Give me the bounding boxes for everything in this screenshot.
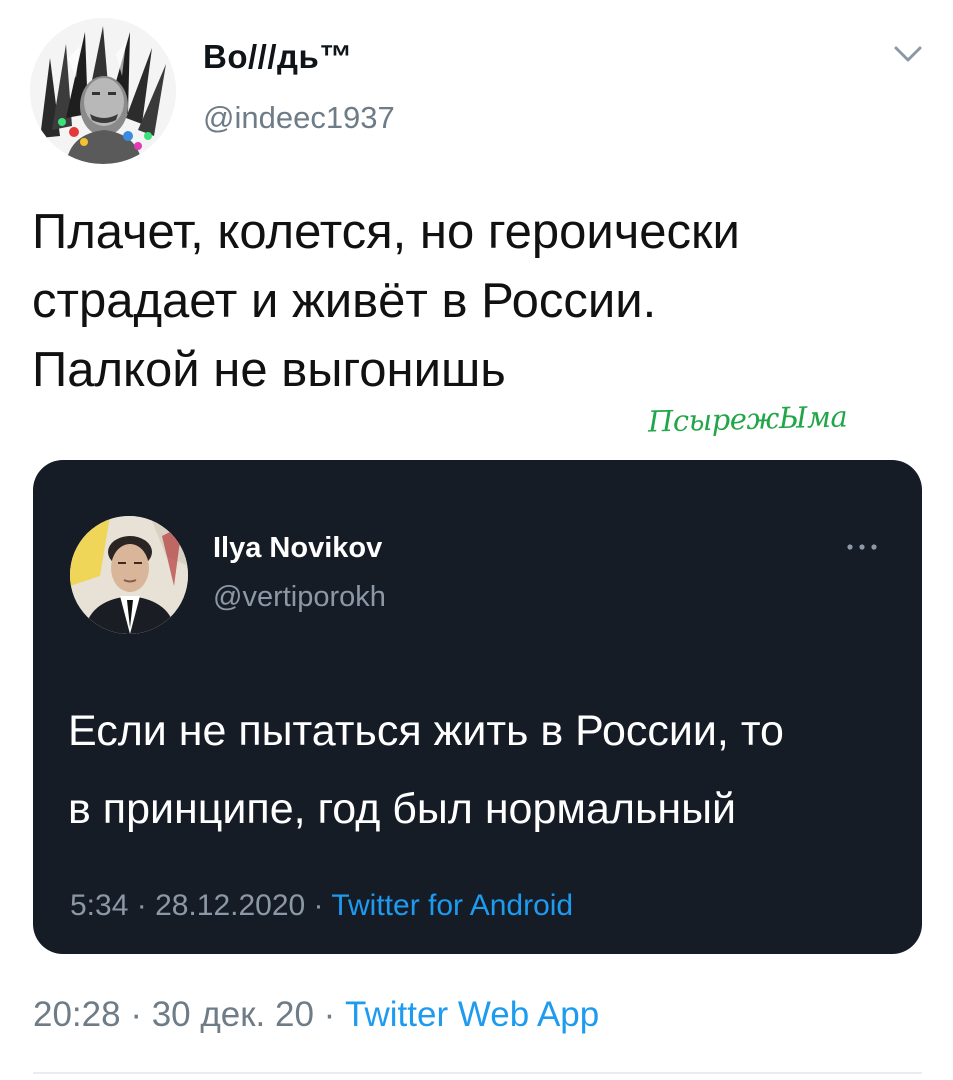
tweet-text: Плачет, колется, но героически страдает … [32,205,740,397]
tweet-time[interactable]: 20:28 [33,995,121,1034]
author-handle[interactable]: @indeec1937 [203,100,395,136]
meta-separator: · [305,889,332,922]
quoted-tweet-source-link[interactable]: Twitter for Android [331,889,573,922]
watermark-text: ПсырежЫма [647,399,848,439]
meta-separator: · [120,995,152,1034]
author-avatar[interactable] [30,18,176,164]
tweet-source-link[interactable]: Twitter Web App [345,995,599,1034]
chevron-down-icon[interactable] [888,38,928,68]
quoted-tweet-text: Если не пытаться жить в России, то в при… [68,707,784,833]
meta-separator: · [128,889,156,922]
tweet-date[interactable]: 30 дек. 20 [152,995,314,1034]
tweet-container: Во///дь™ @indeec1937 Плачет, колется, но… [0,0,953,1080]
quoted-author-handle[interactable]: @vertiporokh [213,581,386,614]
quoted-tweet-meta: 5:34 · 28.12.2020 · Twitter for Android [70,889,573,923]
author-display-name[interactable]: Во///дь™ [203,38,353,76]
quoted-tweet-time[interactable]: 5:34 [70,889,128,922]
divider [33,1072,922,1074]
avatar-portrait-image [30,18,176,164]
meta-separator: · [313,995,346,1034]
more-dots-icon[interactable] [842,538,882,556]
tweet-meta: 20:28 · 30 дек. 20 · Twitter Web App [33,995,599,1035]
quoted-author-avatar[interactable] [70,516,188,634]
avatar-man-image [70,516,188,634]
quoted-author-display-name[interactable]: Ilya Novikov [213,532,382,565]
quoted-tweet-date[interactable]: 28.12.2020 [155,889,305,922]
